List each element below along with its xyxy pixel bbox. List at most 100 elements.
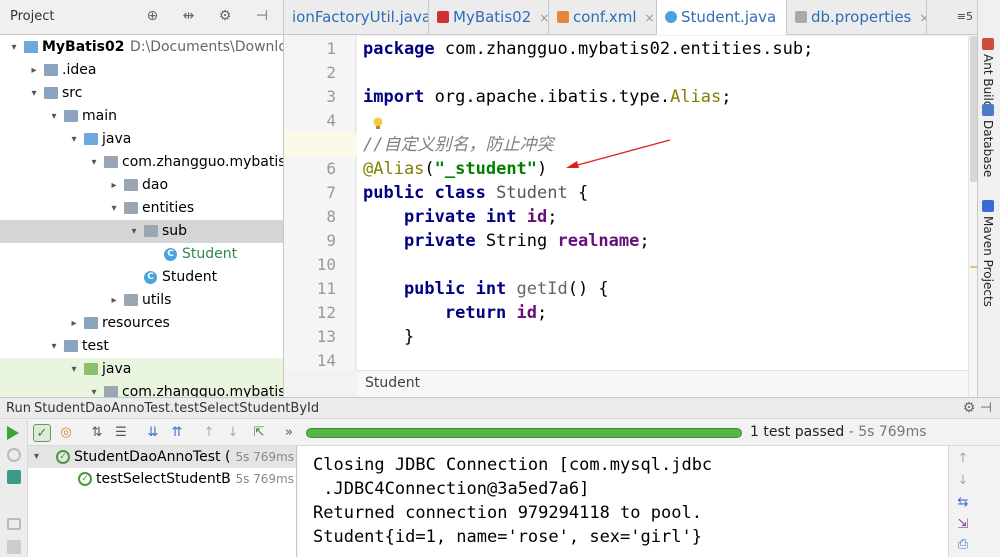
chevron-down-icon[interactable]: ▾ bbox=[88, 381, 100, 397]
chevron-down-icon[interactable]: ▾ bbox=[28, 82, 40, 105]
error-stripe[interactable] bbox=[968, 36, 977, 397]
show-passed-icon[interactable]: ✓ bbox=[33, 424, 51, 442]
line-number: 10 bbox=[316, 255, 336, 274]
project-panel-tools[interactable]: ⊕ ⇹ ⚙ ⊣ bbox=[146, 8, 278, 24]
close-icon[interactable]: × bbox=[539, 11, 548, 25]
test-node[interactable]: ▾ ✓ StudentDaoAnnoTest (c 5s 769ms bbox=[28, 446, 296, 468]
tool-window-icon bbox=[982, 200, 994, 212]
tool-window-maven-projects[interactable]: Maven Projects bbox=[981, 200, 995, 307]
chevron-down-icon[interactable]: ▾ bbox=[48, 105, 60, 128]
editor-tab[interactable]: db.properties × bbox=[787, 0, 927, 35]
toggle-auto-test-icon[interactable] bbox=[7, 470, 21, 484]
tree-item[interactable]: ▾ com.zhangguo.mybatis0 bbox=[0, 151, 283, 174]
chevron-down-icon[interactable]: ▾ bbox=[34, 446, 39, 468]
tree-item[interactable]: ▸ dao bbox=[0, 174, 283, 197]
code-token: private int bbox=[363, 207, 527, 227]
tree-item[interactable]: ▸ utils bbox=[0, 289, 283, 312]
tree-item[interactable]: ▾ sub bbox=[0, 220, 283, 243]
camera-icon[interactable] bbox=[7, 518, 21, 530]
test-node[interactable]: ✓ testSelectStudentByIc 5s 769ms bbox=[28, 468, 296, 490]
chevron-right-icon[interactable]: ▸ bbox=[108, 174, 120, 197]
run-configuration-name[interactable]: StudentDaoAnnoTest.testSelectStudentById bbox=[34, 401, 319, 416]
editor-tab[interactable]: MyBatis02 × bbox=[429, 0, 549, 35]
stop-icon[interactable] bbox=[7, 540, 21, 554]
tool-window-label: Database bbox=[981, 120, 995, 178]
tool-window-database[interactable]: Database bbox=[981, 104, 995, 177]
stripe-mark[interactable] bbox=[970, 266, 977, 268]
code-token: ; bbox=[537, 303, 548, 323]
collapse-all-icon[interactable]: ⇈ bbox=[168, 424, 186, 442]
code-line[interactable]: private int id; bbox=[363, 205, 558, 229]
tree-item[interactable]: ▾ test bbox=[0, 335, 283, 358]
tree-item-label: utils bbox=[142, 292, 172, 308]
code-line[interactable]: private String realname; bbox=[363, 229, 650, 253]
code-line[interactable]: import org.apache.ibatis.type.Alias; bbox=[363, 85, 732, 109]
export-results-icon[interactable]: ⇱ bbox=[250, 424, 268, 442]
tool-window-ant-build[interactable]: Ant Build bbox=[981, 38, 995, 108]
close-icon[interactable]: × bbox=[919, 11, 926, 25]
lightbulb-icon[interactable] bbox=[372, 117, 384, 131]
print-icon[interactable]: ⎙ bbox=[954, 536, 972, 554]
chevron-right-icon[interactable]: ▸ bbox=[28, 59, 40, 82]
expand-all-icon[interactable]: ⇊ bbox=[144, 424, 162, 442]
tree-item[interactable]: ▾ java bbox=[0, 358, 283, 381]
project-panel-title[interactable]: Project bbox=[10, 9, 54, 24]
tree-item[interactable]: ▾ MyBatis02 D:\Documents\Downlo bbox=[0, 36, 283, 59]
chevron-right-icon[interactable]: ▸ bbox=[68, 312, 80, 335]
sort-by-duration-icon[interactable]: ☰ bbox=[112, 424, 130, 442]
chevron-down-icon[interactable]: ▾ bbox=[88, 151, 100, 174]
editor-tab[interactable]: conf.xml × bbox=[549, 0, 657, 35]
tree-item-label: entities bbox=[142, 200, 195, 216]
scroll-down-icon[interactable]: ↓ bbox=[954, 472, 972, 490]
code-line[interactable]: //自定义别名，防止冲突 bbox=[363, 133, 553, 157]
package-icon bbox=[124, 179, 138, 191]
chevron-down-icon[interactable]: ▾ bbox=[128, 220, 140, 243]
next-failed-icon[interactable]: ↓ bbox=[224, 424, 242, 442]
chevron-down-icon[interactable]: ▾ bbox=[108, 197, 120, 220]
editor-scrollbar-thumb[interactable] bbox=[970, 36, 977, 182]
tree-item[interactable]: C Student bbox=[0, 266, 283, 289]
chevron-right-icon[interactable]: ▸ bbox=[108, 289, 120, 312]
show-ignored-icon[interactable]: ◎ bbox=[57, 424, 75, 442]
chevron-down-icon[interactable]: ▾ bbox=[48, 335, 60, 358]
tree-item[interactable]: ▾ entities bbox=[0, 197, 283, 220]
code-token: ) bbox=[537, 159, 548, 179]
soft-wrap-icon[interactable]: ⇆ bbox=[954, 494, 972, 512]
code-line[interactable]: } bbox=[363, 325, 414, 349]
tree-item[interactable]: C Student bbox=[0, 243, 283, 266]
tree-item[interactable]: ▾ java bbox=[0, 128, 283, 151]
rerun-failed-icon[interactable] bbox=[7, 448, 21, 462]
scroll-to-end-icon[interactable]: ⇲ bbox=[954, 516, 972, 534]
close-icon[interactable]: × bbox=[645, 11, 655, 25]
tree-item[interactable]: ▸ resources bbox=[0, 312, 283, 335]
code-line[interactable]: package com.zhangguo.mybatis02.entities.… bbox=[363, 37, 813, 61]
chevron-down-icon[interactable]: ▾ bbox=[8, 36, 20, 59]
tree-item[interactable]: ▸ .idea bbox=[0, 59, 283, 82]
line-number: 3 bbox=[326, 87, 336, 106]
tab-overflow-button[interactable]: ≡5 bbox=[957, 10, 973, 23]
code-line[interactable]: @Alias("_student") bbox=[363, 157, 547, 181]
more-options-icon[interactable]: » bbox=[280, 424, 298, 442]
sort-alphabetically-icon[interactable]: ⇅ bbox=[88, 424, 106, 442]
code-line[interactable]: return id; bbox=[363, 301, 547, 325]
chevron-down-icon[interactable]: ▾ bbox=[68, 128, 80, 151]
tree-item[interactable]: ▾ com.zhangguo.mybatis0 bbox=[0, 381, 283, 397]
editor-tab[interactable]: Student.java× bbox=[657, 0, 787, 35]
scroll-up-icon[interactable]: ↑ bbox=[954, 450, 972, 468]
code-line[interactable]: public class Student { bbox=[363, 181, 588, 205]
editor-tab-label: db.properties bbox=[811, 8, 912, 26]
breadcrumb-item[interactable]: Student bbox=[365, 375, 420, 391]
console-line: Closing JDBC Connection [com.mysql.jdbc bbox=[313, 455, 713, 475]
run-panel-tools[interactable]: ⚙ ⊣ bbox=[963, 400, 992, 416]
console-output[interactable]: Closing JDBC Connection [com.mysql.jdbc … bbox=[298, 446, 948, 557]
previous-failed-icon[interactable]: ↑ bbox=[200, 424, 218, 442]
code-token: ; bbox=[721, 87, 732, 107]
code-line[interactable]: public int getId() { bbox=[363, 277, 609, 301]
tree-item[interactable]: ▾ src bbox=[0, 82, 283, 105]
rerun-icon[interactable] bbox=[7, 426, 19, 440]
tree-item[interactable]: ▾ main bbox=[0, 105, 283, 128]
chevron-down-icon[interactable]: ▾ bbox=[68, 358, 80, 381]
project-panel-header: Project ⊕ ⇹ ⚙ ⊣ bbox=[0, 0, 283, 35]
code-editor[interactable]: package com.zhangguo.mybatis02.entities.… bbox=[357, 36, 968, 370]
editor-tab[interactable]: ionFactoryUtil.java× bbox=[284, 0, 429, 35]
